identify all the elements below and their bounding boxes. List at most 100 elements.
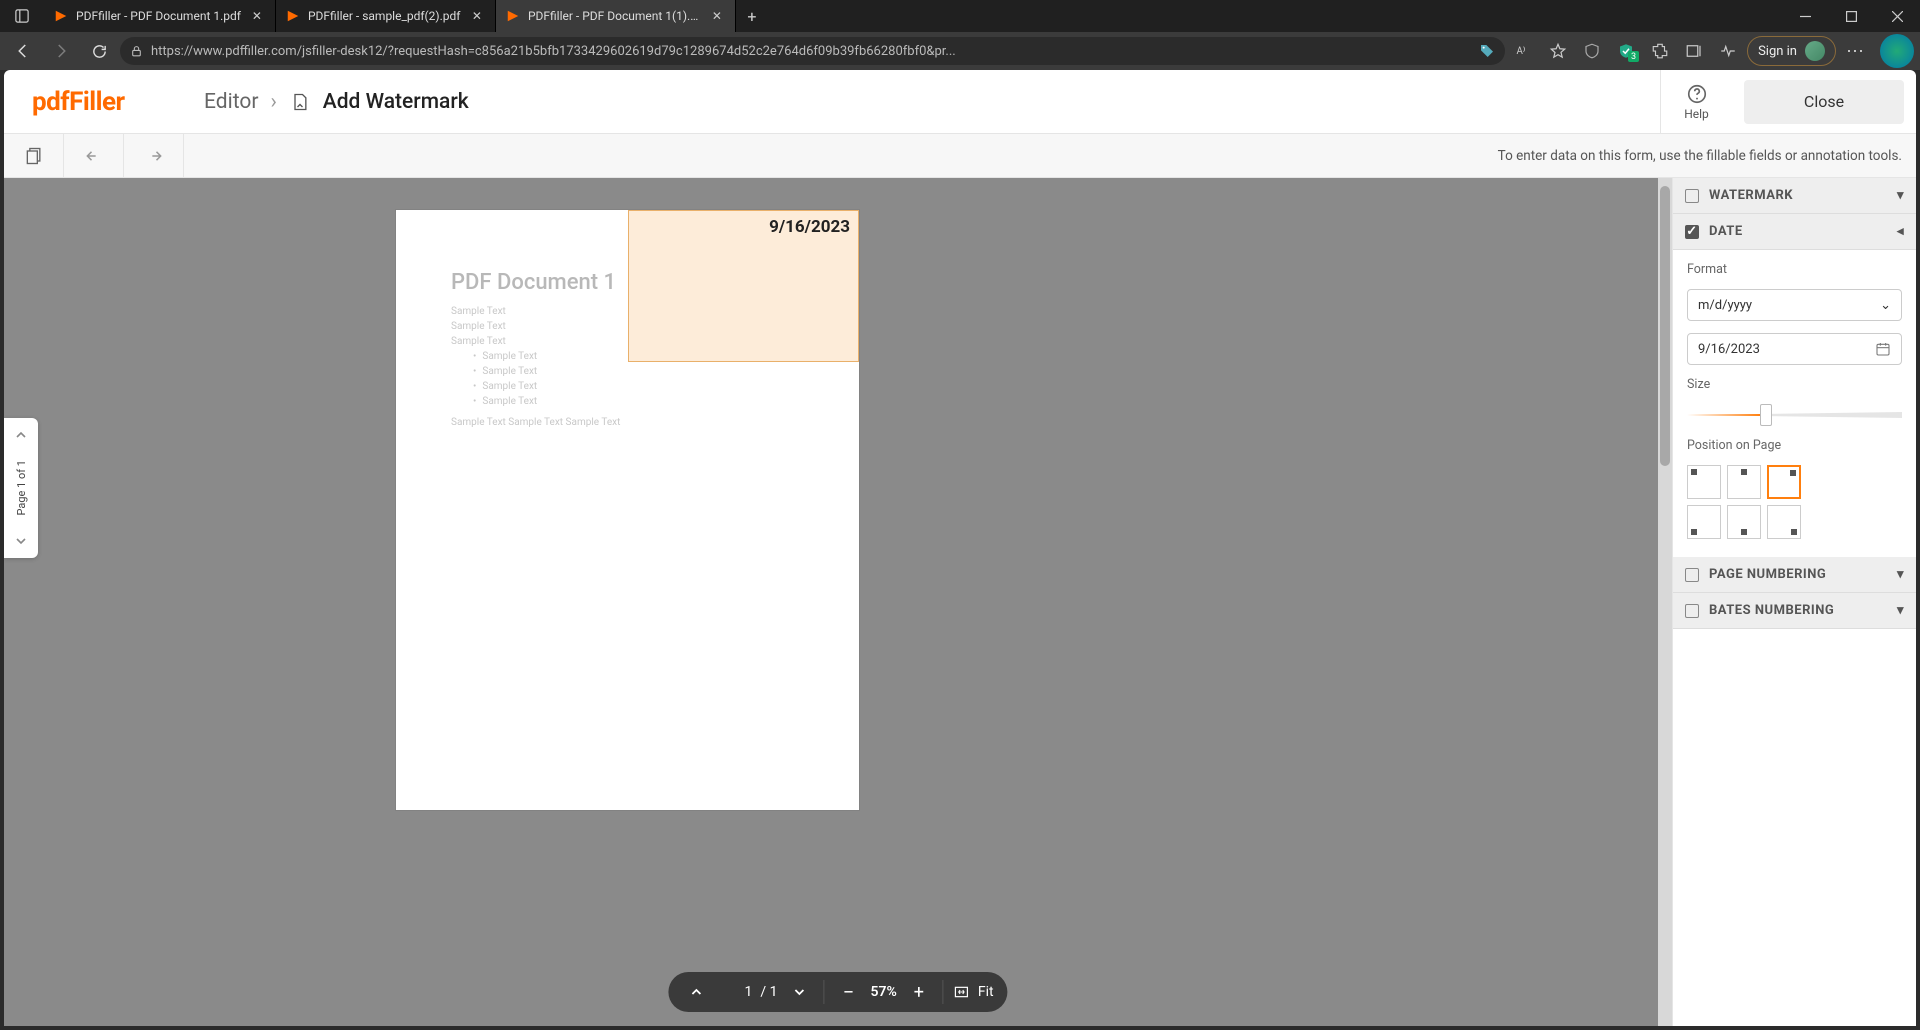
back-button[interactable] xyxy=(6,36,40,66)
position-bottom-center[interactable] xyxy=(1727,505,1761,539)
performance-icon[interactable] xyxy=(1713,42,1743,60)
help-icon xyxy=(1686,83,1708,105)
close-icon[interactable]: ✕ xyxy=(709,8,725,24)
checkbox-checked-icon[interactable]: ✓ xyxy=(1685,225,1699,239)
section-date-body: Format m/d/yyyy ⌄ 9/16/2023 Size Positio… xyxy=(1673,250,1916,557)
minimize-button[interactable] xyxy=(1782,0,1828,32)
lock-icon xyxy=(130,45,143,58)
page-input[interactable] xyxy=(718,984,752,1000)
close-button[interactable]: Close xyxy=(1744,80,1904,124)
fit-icon xyxy=(954,984,970,1000)
calendar-icon[interactable] xyxy=(1875,341,1891,357)
checkbox-icon[interactable] xyxy=(1685,568,1699,582)
chevron-down-icon: ▾ xyxy=(1897,567,1904,582)
signin-label: Sign in xyxy=(1758,44,1797,59)
chevron-left-icon: ◂ xyxy=(1897,224,1904,239)
close-icon[interactable]: ✕ xyxy=(249,8,265,24)
adblock-shield-icon[interactable]: 3 xyxy=(1611,42,1641,60)
vertical-scrollbar[interactable] xyxy=(1658,178,1672,1026)
logo-box[interactable]: pdfFiller xyxy=(4,87,186,117)
close-label: Close xyxy=(1804,92,1844,111)
tracking-shield-icon[interactable] xyxy=(1577,42,1607,60)
help-button[interactable]: Help xyxy=(1660,70,1732,133)
slider-thumb[interactable] xyxy=(1760,404,1772,426)
zoom-out-button[interactable]: − xyxy=(835,980,863,1004)
url-text: https://www.pdffiller.com/jsfiller-desk1… xyxy=(151,44,1471,59)
new-tab-button[interactable]: + xyxy=(736,0,768,32)
tab-3[interactable]: PDFfiller - PDF Document 1(1).pd ✕ xyxy=(496,0,736,32)
format-value: m/d/yyyy xyxy=(1698,298,1752,313)
close-icon[interactable]: ✕ xyxy=(469,8,485,24)
app-header: pdfFiller Editor › Add Watermark Help Cl… xyxy=(4,70,1916,134)
maximize-button[interactable] xyxy=(1828,0,1874,32)
page-prev-button[interactable] xyxy=(682,986,710,998)
bing-button[interactable] xyxy=(1880,34,1914,68)
section-page-numbering[interactable]: PAGE NUMBERING ▾ xyxy=(1673,557,1916,593)
tab-actions-icon[interactable] xyxy=(0,9,44,23)
date-input[interactable]: 9/16/2023 xyxy=(1687,333,1902,365)
position-label: Position on Page xyxy=(1687,438,1902,453)
page-nav-label: Page 1 of 1 xyxy=(15,446,28,530)
header-right: Help Close xyxy=(1660,70,1916,133)
section-label: BATES NUMBERING xyxy=(1709,603,1834,618)
breadcrumb: Editor › Add Watermark xyxy=(186,90,1660,114)
pages-panel-button[interactable] xyxy=(4,134,64,177)
section-label: DATE xyxy=(1709,224,1743,239)
shopping-tag-icon[interactable] xyxy=(1479,43,1495,59)
browser-tabs: PDFfiller - PDF Document 1.pdf ✕ PDFfill… xyxy=(44,0,1782,32)
position-bottom-right[interactable] xyxy=(1767,505,1801,539)
position-bottom-left[interactable] xyxy=(1687,505,1721,539)
watermark-panel: WATERMARK ▾ ✓ DATE ◂ Format m/d/yyyy ⌄ 9… xyxy=(1672,178,1916,1026)
position-top-left[interactable] xyxy=(1687,465,1721,499)
zoom-percent: 57% xyxy=(871,984,897,1000)
section-watermark[interactable]: WATERMARK ▾ xyxy=(1673,178,1916,214)
window-close-button[interactable] xyxy=(1874,0,1920,32)
extensions-icon[interactable] xyxy=(1645,42,1675,60)
undo-button[interactable] xyxy=(64,134,124,177)
collections-icon[interactable] xyxy=(1679,42,1709,60)
url-field[interactable]: https://www.pdffiller.com/jsfiller-desk1… xyxy=(120,37,1505,65)
favorite-icon[interactable] xyxy=(1543,42,1573,60)
zoom-in-button[interactable]: + xyxy=(905,982,933,1003)
tab-1[interactable]: PDFfiller - PDF Document 1.pdf ✕ xyxy=(44,0,276,32)
read-aloud-icon[interactable]: A⁾ xyxy=(1509,42,1539,60)
help-label: Help xyxy=(1684,107,1709,121)
more-menu-icon[interactable]: ⋯ xyxy=(1840,41,1870,62)
page-down-button[interactable] xyxy=(4,530,38,552)
date-value: 9/16/2023 xyxy=(1698,342,1760,357)
fit-button[interactable]: Fit xyxy=(944,972,1004,1012)
checkbox-icon[interactable] xyxy=(1685,604,1699,618)
section-label: WATERMARK xyxy=(1709,188,1793,203)
pdffiller-favicon xyxy=(54,9,68,23)
tab-2[interactable]: PDFfiller - sample_pdf(2).pdf ✕ xyxy=(276,0,496,32)
page-up-button[interactable] xyxy=(4,424,38,446)
chevron-down-icon: ▾ xyxy=(1897,603,1904,618)
refresh-button[interactable] xyxy=(82,36,116,66)
scrollbar-thumb[interactable] xyxy=(1660,186,1670,466)
date-watermark-box[interactable]: 9/16/2023 xyxy=(628,210,859,362)
checkbox-icon[interactable] xyxy=(1685,189,1699,203)
canvas[interactable]: Page 1 of 1 9/16/2023 PDF Document 1 Sam… xyxy=(4,178,1672,1026)
signin-button[interactable]: Sign in xyxy=(1747,36,1836,66)
position-grid xyxy=(1687,465,1902,539)
size-slider[interactable] xyxy=(1687,404,1902,426)
position-top-right[interactable] xyxy=(1767,465,1801,499)
section-bates-numbering[interactable]: BATES NUMBERING ▾ xyxy=(1673,593,1916,629)
format-label: Format xyxy=(1687,262,1902,277)
chevron-right-icon: › xyxy=(270,90,276,114)
page-nav-pill: Page 1 of 1 xyxy=(4,418,38,558)
section-date[interactable]: ✓ DATE ◂ xyxy=(1673,214,1916,250)
svg-text:A⁾: A⁾ xyxy=(1517,46,1526,57)
chevron-down-icon: ⌄ xyxy=(1880,298,1891,313)
logo-text: pdfFiller xyxy=(32,87,125,117)
breadcrumb-editor[interactable]: Editor xyxy=(204,90,258,114)
position-top-center[interactable] xyxy=(1727,465,1761,499)
page-next-button[interactable] xyxy=(786,986,814,998)
chevron-down-icon: ▾ xyxy=(1897,188,1904,203)
browser-titlebar: PDFfiller - PDF Document 1.pdf ✕ PDFfill… xyxy=(0,0,1920,32)
page-total: / 1 xyxy=(760,984,777,1000)
format-dropdown[interactable]: m/d/yyyy ⌄ xyxy=(1687,289,1902,321)
doc-body: Sample Text Sample Text Sample Text Samp… xyxy=(451,304,620,430)
redo-button[interactable] xyxy=(124,134,184,177)
document-page[interactable]: 9/16/2023 PDF Document 1 Sample Text Sam… xyxy=(396,210,859,810)
